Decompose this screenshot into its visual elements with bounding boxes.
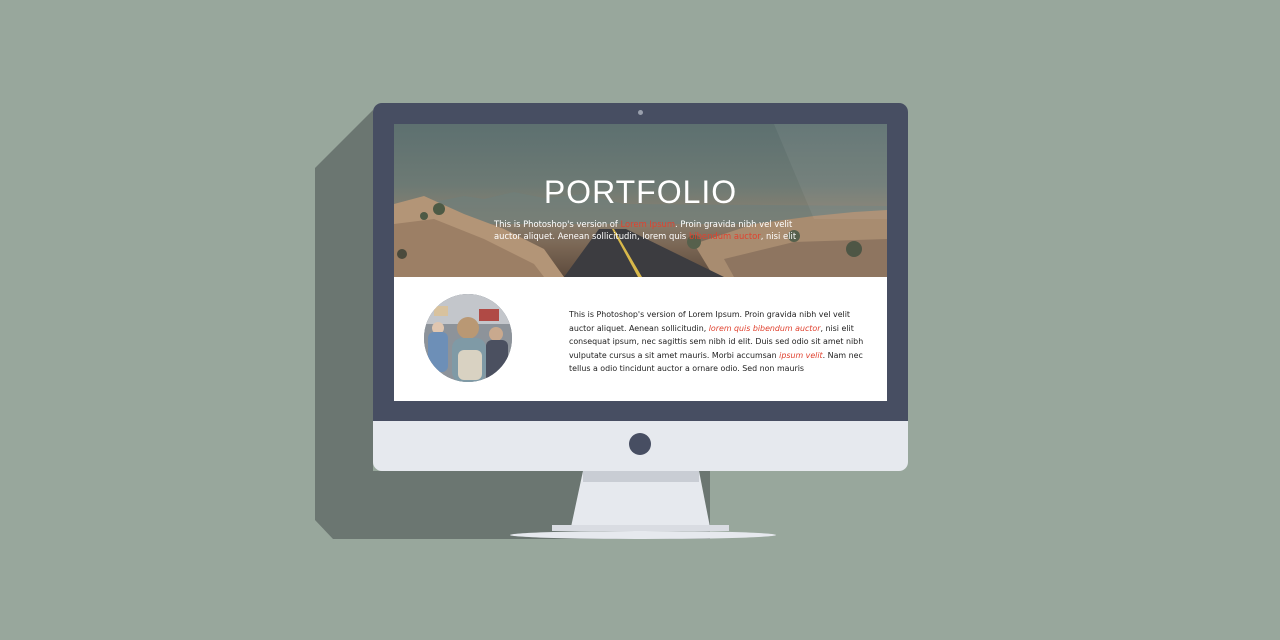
home-button-icon — [629, 433, 651, 455]
hero-text-part: This is Photoshop's version of — [494, 219, 621, 229]
content-highlight-link[interactable]: ipsum velit — [779, 351, 823, 360]
hero-highlight-link[interactable]: Lorem Ipsum — [621, 219, 676, 229]
content-paragraph: This is Photoshop's version of Lorem Ips… — [569, 308, 869, 376]
website-screen: PORTFOLIO This is Photoshop's version of… — [394, 124, 887, 401]
avatar — [424, 294, 512, 382]
hero-banner: PORTFOLIO This is Photoshop's version of… — [394, 124, 887, 277]
monitor-chin — [373, 421, 908, 471]
content-highlight-link[interactable]: lorem quis bibendum auctor — [709, 324, 821, 333]
hero-description: This is Photoshop's version of Lorem Ips… — [494, 218, 804, 242]
camera-icon — [638, 110, 643, 115]
hero-text-part: , nisi elit — [760, 231, 797, 241]
hero-highlight-link[interactable]: bibendum auctor — [689, 231, 761, 241]
hero-title: PORTFOLIO — [543, 174, 738, 210]
content-section: This is Photoshop's version of Lorem Ips… — [394, 277, 887, 401]
person-with-backpack-icon — [424, 294, 512, 382]
